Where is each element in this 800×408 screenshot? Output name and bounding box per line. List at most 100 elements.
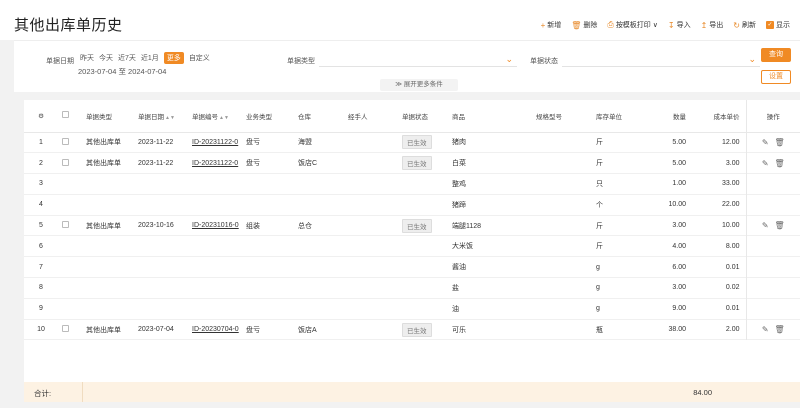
- cell-biz-column: [242, 194, 294, 215]
- refresh-button[interactable]: ↻ 刷新: [733, 20, 756, 30]
- cell-quantity-column: 4.00: [672, 242, 686, 250]
- sort-icon[interactable]: ▲▼: [219, 115, 229, 121]
- cell-code-column[interactable]: ID-20231122-0: [188, 153, 242, 174]
- cell-warehouse-column: [294, 278, 344, 299]
- cell-code-column[interactable]: ID-20230704-0: [188, 319, 242, 340]
- cell-unit-column: 斤: [596, 222, 603, 230]
- table-row[interactable]: 10 其他出库单 2023-07-04 ID-20230704-0 盘亏 饭店A 已生效 可乐…: [24, 319, 800, 340]
- cell-operation-column: ✎ 🗑: [745, 152, 800, 174]
- table-row[interactable]: 7 酱油 g 6.00 0.01: [24, 256, 800, 278]
- table-row[interactable]: 6 大米饭 斤 4.00 8.00: [24, 235, 800, 257]
- trash-icon[interactable]: 🗑: [775, 159, 785, 168]
- cell-type-column: [82, 194, 134, 215]
- cell-unit-column: g: [596, 263, 600, 271]
- cell-goods-column: 可乐: [452, 326, 466, 334]
- quick-date-options: 昨天 今天 近7天 近1月 更多 自定义: [80, 52, 215, 64]
- cell-spec-column: [532, 132, 592, 153]
- header-date-column[interactable]: 单据日期▲▼: [134, 100, 188, 132]
- row-checkbox[interactable]: [62, 137, 69, 145]
- cell-operation-column: [745, 277, 800, 299]
- cell-code-column: [188, 194, 242, 215]
- edit-icon[interactable]: ✎: [762, 221, 769, 230]
- cell-unit-column: 只: [596, 180, 603, 188]
- setting-button[interactable]: 设置: [761, 70, 791, 84]
- cell-settings-column: 5: [39, 222, 43, 230]
- header-type-column: 单据类型: [82, 100, 134, 132]
- print-template-button-label: 按模板打印 ∨: [615, 22, 658, 29]
- sort-icon[interactable]: ▲▼: [165, 115, 175, 121]
- cell-type-column: 其他出库单: [86, 160, 121, 168]
- trash-icon[interactable]: 🗑: [775, 221, 785, 230]
- print-template-button[interactable]: ⎙ 按模板打印 ∨: [607, 20, 657, 30]
- cell-date-column: [134, 257, 188, 278]
- row-checkbox[interactable]: [62, 221, 69, 229]
- header-price-column: 成本单价: [692, 100, 746, 132]
- cell-code-column: [188, 257, 242, 278]
- cell-select-column: [58, 278, 82, 299]
- cell-type-column: [82, 298, 134, 319]
- trash-icon[interactable]: 🗑: [775, 138, 785, 147]
- checkbox-icon: ✓: [766, 21, 774, 29]
- expand-more-conditions[interactable]: ≫ 展开更多条件: [380, 79, 458, 91]
- cell-date-column: [134, 174, 188, 195]
- table-row[interactable]: 3 整鸡 只 1.00 33.00: [24, 173, 800, 195]
- table-row[interactable]: 5 其他出库单 2023-10-16 ID-20231016-0 组装 总仓 已生效 端腿11…: [24, 215, 800, 236]
- edit-icon[interactable]: ✎: [762, 325, 769, 334]
- cell-biz-column: 盘亏: [246, 139, 260, 147]
- export-button[interactable]: ↥ 导出: [701, 20, 724, 30]
- table-row[interactable]: 1 其他出库单 2023-11-22 ID-20231122-0 盘亏 海盟 已生效 猪肉 斤 5…: [24, 132, 800, 153]
- select-all-checkbox[interactable]: [62, 111, 69, 119]
- cell-select-column: [58, 319, 82, 340]
- cell-type-column: 其他出库单: [86, 222, 121, 230]
- query-button[interactable]: 查询: [761, 48, 791, 62]
- show-toggle[interactable]: ✓ 显示: [766, 20, 790, 30]
- quick-date-option[interactable]: 今天: [99, 53, 113, 63]
- status-badge: 已生效: [402, 156, 432, 171]
- cell-code-column: [188, 236, 242, 257]
- cell-biz-column: [242, 257, 294, 278]
- row-checkbox[interactable]: [62, 158, 69, 166]
- cell-goods-column: 端腿1128: [452, 222, 482, 230]
- cell-code-column[interactable]: ID-20231016-0: [188, 215, 242, 236]
- status-select[interactable]: ⌄: [562, 53, 760, 67]
- table-row[interactable]: 9 油 g 9.00 0.01: [24, 298, 800, 320]
- add-button-label: 新增: [547, 22, 562, 29]
- table-row[interactable]: 2 其他出库单 2023-11-22 ID-20231122-0 盘亏 饭店C 已生效 白菜 斤…: [24, 152, 800, 174]
- cell-settings-column: 3: [39, 180, 43, 188]
- import-button[interactable]: ↧ 导入: [668, 20, 691, 30]
- cell-select-column: [58, 236, 82, 257]
- cell-warehouse-column: 饭店A: [298, 326, 317, 334]
- header-code-column[interactable]: 单据编号▲▼: [188, 100, 242, 132]
- cell-settings-column: 2: [39, 159, 43, 167]
- table-row[interactable]: 4 猪蹄 个 10.00 22.00: [24, 194, 800, 216]
- delete-button[interactable]: 🗑 删除: [571, 20, 597, 30]
- cell-select-column: [58, 215, 82, 236]
- cell-spec-column: [532, 153, 592, 174]
- table-row[interactable]: 8 盐 g 3.00 0.02: [24, 277, 800, 299]
- row-checkbox[interactable]: [62, 325, 69, 333]
- header-settings-column[interactable]: ⚙: [24, 100, 58, 132]
- cell-code-column[interactable]: ID-20231122-0: [188, 132, 242, 153]
- edit-icon[interactable]: ✎: [762, 159, 769, 168]
- quick-date-option[interactable]: 更多: [163, 52, 184, 64]
- date-range-value[interactable]: 2023-07-04 至 2024-07-04: [78, 66, 166, 77]
- total-label: 合计:: [34, 389, 52, 398]
- export-icon: ↥: [700, 20, 708, 30]
- quick-date-option[interactable]: 近1月: [141, 53, 159, 63]
- add-button[interactable]: + 新增: [541, 20, 562, 30]
- table-header-row: ⚙ 单据类型 单据日期▲▼ 单据编号▲▼ 业务类型 仓库 经手人 单据状态 商品 规格型号 库存单位…: [24, 100, 800, 132]
- cell-handler-column: [344, 319, 398, 340]
- type-select[interactable]: ⌄: [319, 53, 517, 67]
- header-warehouse-column: 仓库: [294, 100, 344, 132]
- edit-icon[interactable]: ✎: [762, 138, 769, 147]
- cell-goods-column: 白菜: [452, 160, 466, 168]
- quick-date-option[interactable]: 近7天: [118, 53, 136, 63]
- quick-date-option[interactable]: 自定义: [189, 53, 210, 63]
- date-filter-label: 单据日期: [46, 58, 74, 65]
- import-button-label: 导入: [676, 22, 691, 29]
- trash-icon[interactable]: 🗑: [775, 325, 785, 334]
- cell-price-column: 0.02: [725, 284, 740, 292]
- quick-date-option[interactable]: 昨天: [80, 53, 94, 63]
- toolbar: + 新增 🗑 删除 ⎙ 按模板打印 ∨ ↧ 导入 ↥ 导出 ↻ 刷新 ✓ 显示: [541, 18, 800, 32]
- cell-type-column: [82, 236, 134, 257]
